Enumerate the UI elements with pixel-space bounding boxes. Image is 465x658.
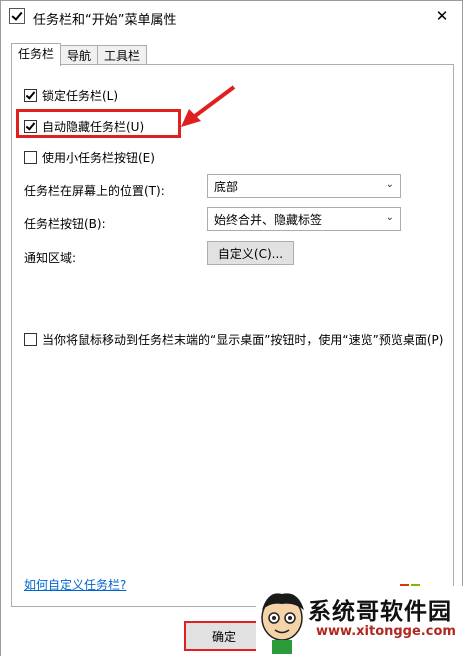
window-title: 任务栏和“开始”菜单属性 [33,13,177,28]
tab-navigation[interactable]: 导航 [60,45,99,66]
highlight-box-autohide [16,109,181,138]
taskbar-buttons-select[interactable]: 始终合并、隐藏标签 ⌄ [207,207,401,231]
peek-label: 当你将鼠标移动到任务栏末端的“显示桌面”按钮时，使用“速览”预览桌面(P) [42,333,444,347]
taskbar-tab-panel: 锁定任务栏(L) 自动隐藏任务栏(U) 使用小任务栏按钮(E) 任务栏在屏幕上的… [11,64,454,607]
small-buttons-option[interactable]: 使用小任务栏按钮(E) [24,149,155,166]
peek-checkbox[interactable] [24,333,37,346]
close-button[interactable]: ✕ [422,1,462,31]
help-link[interactable]: 如何自定义任务栏? [24,576,126,593]
chevron-down-icon: ⌄ [385,212,394,223]
properties-dialog: 任务栏和“开始”菜单属性 ✕ 任务栏 导航 工具栏 锁定任务栏(L) 自动隐藏任… [0,0,463,657]
ok-button[interactable]: 确定 [184,621,264,651]
taskbar-position-label: 任务栏在屏幕上的位置(T): [24,184,165,198]
taskbar-position-value: 底部 [214,179,239,194]
watermark-site-name: 系统哥软件园 [308,599,452,625]
tab-toolbars[interactable]: 工具栏 [97,45,148,66]
title-bar: 任务栏和“开始”菜单属性 ✕ [1,1,462,33]
watermark-url: www.xitongge.com [316,624,456,639]
watermark-logo: 系统哥软件园 www.xitongge.com [256,586,465,658]
peek-option[interactable]: 当你将鼠标移动到任务栏末端的“显示桌面”按钮时，使用“速览”预览桌面(P) [24,331,443,348]
mascot-icon [261,593,304,654]
taskbar-buttons-value: 始终合并、隐藏标签 [214,212,323,227]
chevron-down-icon: ⌄ [385,179,394,190]
customize-button[interactable]: 自定义(C)... [207,241,294,265]
dialog-body: 任务栏 导航 工具栏 锁定任务栏(L) 自动隐藏任务栏(U) 使用小任务栏按钮(… [1,33,462,657]
small-buttons-label: 使用小任务栏按钮(E) [42,151,155,165]
taskbar-position-select[interactable]: 底部 ⌄ [207,174,401,198]
lock-taskbar-checkbox[interactable] [24,89,37,102]
taskbar-buttons-label: 任务栏按钮(B): [24,217,106,231]
red-arrow-icon [181,85,236,127]
taskbar-check-icon [9,8,25,24]
tab-taskbar[interactable]: 任务栏 [11,43,62,66]
lock-taskbar-option[interactable]: 锁定任务栏(L) [24,87,118,104]
notification-area-label: 通知区域: [24,251,77,265]
tab-strip: 任务栏 导航 工具栏 [11,43,148,66]
small-buttons-checkbox[interactable] [24,151,37,164]
lock-taskbar-label: 锁定任务栏(L) [42,89,119,103]
